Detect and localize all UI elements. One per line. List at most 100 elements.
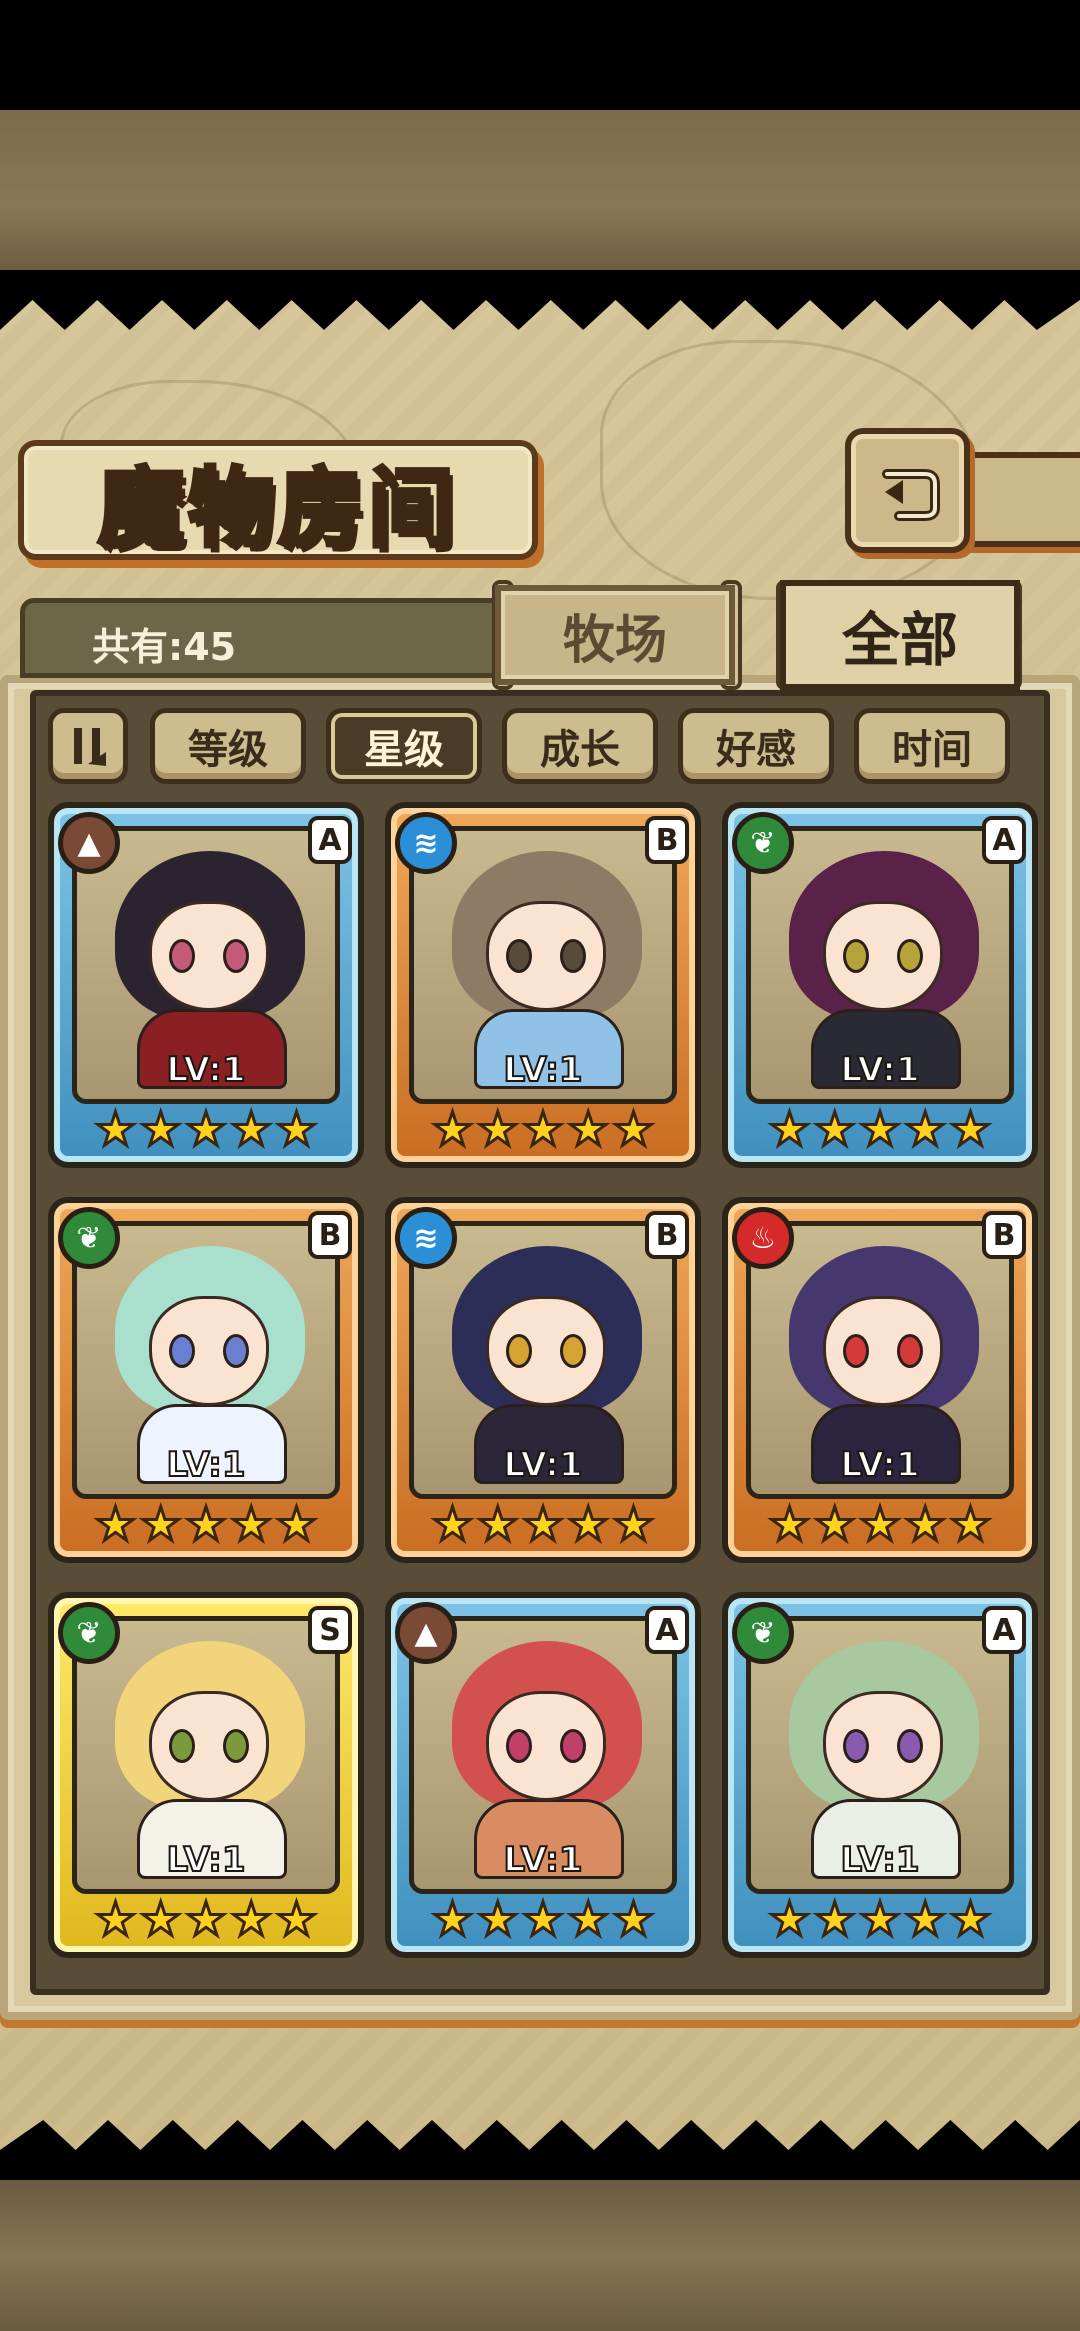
star-icon: ★: [274, 1892, 318, 1946]
star-icon: ★: [93, 1102, 137, 1156]
return-arrow-icon: [881, 468, 940, 521]
status-bar: [0, 0, 1080, 110]
star-icon: ★: [521, 1497, 565, 1551]
back-button[interactable]: [845, 428, 970, 553]
monster-level: LV:1: [502, 1839, 583, 1881]
sort-label: 时间: [892, 727, 972, 773]
star-icon: ★: [611, 1497, 655, 1551]
star-icon: ★: [566, 1102, 610, 1156]
map-background-top: [0, 110, 1080, 270]
monster-card[interactable]: ▲ A LV:1 ★ ★ ★ ★ ★: [385, 1592, 701, 1958]
monster-level: LV:1: [839, 1839, 920, 1881]
sort-by-growth-button[interactable]: 成长: [502, 708, 658, 784]
star-icon: ★: [858, 1102, 902, 1156]
tab-all-label: 全部: [841, 606, 958, 674]
sort-by-stars-button[interactable]: 星级: [326, 708, 482, 784]
star-icon: ★: [948, 1497, 992, 1551]
star-icon: ★: [521, 1102, 565, 1156]
nature-element-icon: ❦: [58, 1207, 120, 1269]
sort-label: 好感: [716, 727, 796, 773]
sort-label: 等级: [188, 727, 268, 773]
star-icon: ★: [858, 1892, 902, 1946]
star-icon: ★: [229, 1892, 273, 1946]
star-icon: ★: [813, 1497, 857, 1551]
earth-element-icon: ▲: [58, 812, 120, 874]
star-icon: ★: [476, 1892, 520, 1946]
star-icon: ★: [184, 1497, 228, 1551]
monster-card[interactable]: ▲ A LV:1 ★ ★ ★ ★ ★: [48, 802, 364, 1168]
star-icon: ★: [139, 1497, 183, 1551]
star-icon: ★: [521, 1892, 565, 1946]
rank-badge: B: [645, 816, 689, 864]
earth-element-icon: ▲: [395, 1602, 457, 1664]
star-icon: ★: [813, 1102, 857, 1156]
star-icon: ★: [611, 1892, 655, 1946]
star-icon: ★: [476, 1497, 520, 1551]
monster-card[interactable]: ≋ B LV:1 ★ ★ ★ ★ ★: [385, 802, 701, 1168]
rank-badge: B: [982, 1211, 1026, 1259]
star-icon: ★: [903, 1102, 947, 1156]
star-rating: ★ ★ ★ ★ ★: [728, 1892, 1032, 1946]
rank-badge: A: [645, 1606, 689, 1654]
monster-card[interactable]: ≋ B LV:1 ★ ★ ★ ★ ★: [385, 1197, 701, 1563]
star-icon: ★: [948, 1892, 992, 1946]
star-icon: ★: [948, 1102, 992, 1156]
star-icon: ★: [476, 1102, 520, 1156]
nature-element-icon: ❦: [732, 812, 794, 874]
star-icon: ★: [767, 1102, 811, 1156]
monster-level: LV:1: [165, 1839, 246, 1881]
star-icon: ★: [566, 1892, 610, 1946]
star-rating: ★ ★ ★ ★ ★: [391, 1497, 695, 1551]
star-icon: ★: [184, 1892, 228, 1946]
star-icon: ★: [93, 1497, 137, 1551]
star-icon: ★: [903, 1892, 947, 1946]
star-rating: ★ ★ ★ ★ ★: [391, 1102, 695, 1156]
star-rating: ★ ★ ★ ★ ★: [54, 1892, 358, 1946]
sort-bar: 等级 星级 成长 好感 时间: [48, 708, 1038, 788]
star-icon: ★: [229, 1102, 273, 1156]
sort-label: 星级: [364, 727, 444, 773]
star-icon: ★: [611, 1102, 655, 1156]
sort-by-time-button[interactable]: 时间: [854, 708, 1010, 784]
monster-card[interactable]: ❦ B LV:1 ★ ★ ★ ★ ★: [48, 1197, 364, 1563]
star-icon: ★: [139, 1892, 183, 1946]
sort-order-toggle[interactable]: [48, 708, 128, 784]
star-rating: ★ ★ ★ ★ ★: [54, 1497, 358, 1551]
star-rating: ★ ★ ★ ★ ★: [54, 1102, 358, 1156]
monster-count: 共有:45: [92, 625, 237, 669]
back-button-rail: [960, 452, 1080, 547]
monster-level: LV:1: [502, 1049, 583, 1091]
sort-by-affection-button[interactable]: 好感: [678, 708, 834, 784]
star-icon: ★: [229, 1497, 273, 1551]
star-icon: ★: [93, 1892, 137, 1946]
star-icon: ★: [274, 1497, 318, 1551]
monster-card[interactable]: ♨ B LV:1 ★ ★ ★ ★ ★: [722, 1197, 1038, 1563]
star-icon: ★: [767, 1892, 811, 1946]
tab-ranch[interactable]: 牧场: [495, 585, 735, 685]
star-icon: ★: [813, 1892, 857, 1946]
star-icon: ★: [430, 1102, 474, 1156]
star-icon: ★: [184, 1102, 228, 1156]
star-icon: ★: [767, 1497, 811, 1551]
rank-badge: A: [982, 816, 1026, 864]
star-icon: ★: [430, 1892, 474, 1946]
star-icon: ★: [430, 1497, 474, 1551]
nature-element-icon: ❦: [58, 1602, 120, 1664]
sort-label: 成长: [540, 727, 620, 773]
water-element-icon: ≋: [395, 1207, 457, 1269]
sort-order-icon: [74, 728, 106, 766]
monster-level: LV:1: [165, 1444, 246, 1486]
rank-badge: B: [645, 1211, 689, 1259]
tab-all[interactable]: 全部: [780, 580, 1020, 690]
star-icon: ★: [566, 1497, 610, 1551]
star-rating: ★ ★ ★ ★ ★: [728, 1102, 1032, 1156]
monster-card[interactable]: ❦ A LV:1 ★ ★ ★ ★ ★: [722, 802, 1038, 1168]
sort-by-level-button[interactable]: 等级: [150, 708, 306, 784]
monster-card[interactable]: ❦ A LV:1 ★ ★ ★ ★ ★: [722, 1592, 1038, 1958]
star-icon: ★: [858, 1497, 902, 1551]
monster-card[interactable]: ❦ S LV:1 ★ ★ ★ ★ ★: [48, 1592, 364, 1958]
fire-element-icon: ♨: [732, 1207, 794, 1269]
star-icon: ★: [139, 1102, 183, 1156]
monster-level: LV:1: [839, 1049, 920, 1091]
rank-badge: A: [982, 1606, 1026, 1654]
